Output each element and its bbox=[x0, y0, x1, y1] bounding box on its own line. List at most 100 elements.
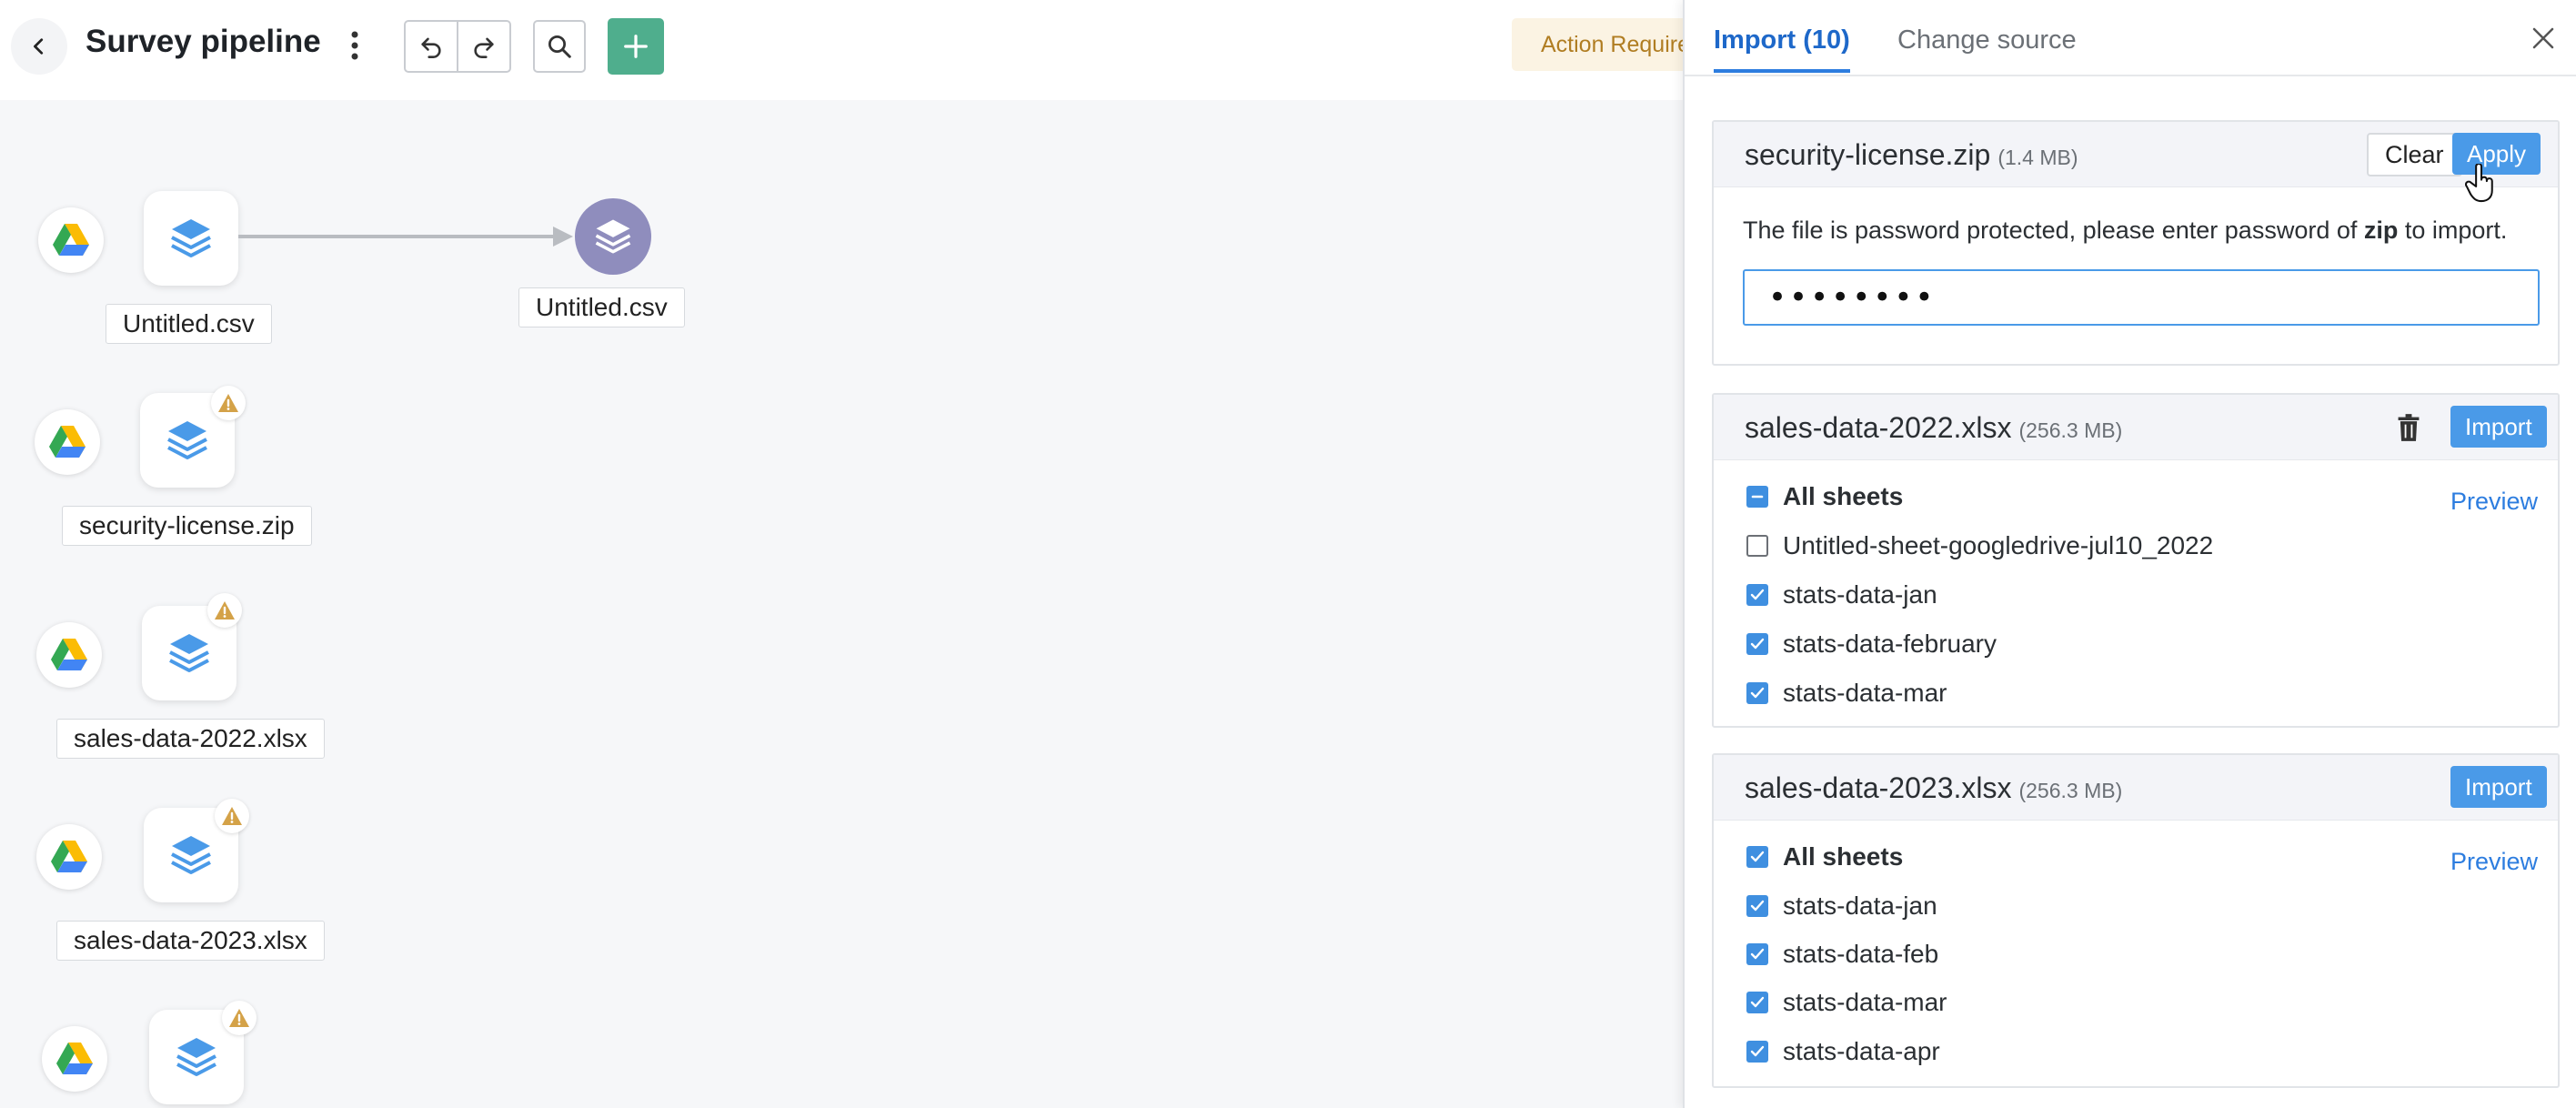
panel-tabs: Import (10) Change source bbox=[1685, 0, 2576, 76]
zip-card-header: security-license.zip (1.4 MB) Clear Apply bbox=[1714, 122, 2558, 187]
google-drive-icon bbox=[51, 841, 87, 872]
redo-button[interactable] bbox=[458, 22, 509, 71]
page-title: Survey pipeline bbox=[86, 24, 321, 59]
add-button[interactable] bbox=[608, 18, 664, 75]
trash-icon bbox=[2398, 414, 2420, 441]
import-button[interactable]: Import bbox=[2450, 766, 2547, 808]
back-button[interactable] bbox=[11, 18, 67, 75]
import-button[interactable]: Import bbox=[2450, 406, 2547, 448]
sheet-checkbox-row[interactable]: stats-data-mar bbox=[1746, 984, 1947, 1021]
all-sheets-checkbox[interactable]: All sheets bbox=[1746, 478, 1903, 515]
tab-change-source[interactable]: Change source bbox=[1897, 25, 2077, 55]
action-required-label: Action Required bbox=[1541, 31, 1694, 57]
password-message-bold: zip bbox=[2363, 217, 2399, 244]
layers-icon bbox=[169, 634, 209, 672]
node-label: sales-data-2022.xlsx bbox=[56, 719, 325, 759]
warning-icon bbox=[218, 394, 238, 412]
node-label: security-license.zip bbox=[62, 506, 312, 546]
warning-icon bbox=[222, 807, 242, 825]
more-options-button[interactable] bbox=[337, 25, 373, 65]
node-warning-badge[interactable] bbox=[207, 593, 242, 628]
node-warning-badge[interactable] bbox=[222, 1001, 257, 1035]
preview-link[interactable]: Preview bbox=[2450, 848, 2538, 876]
checkbox-checked bbox=[1746, 943, 1768, 965]
source-node-google-drive[interactable] bbox=[36, 824, 102, 890]
checkbox-checked bbox=[1746, 1041, 1768, 1063]
node-warning-badge[interactable] bbox=[215, 799, 249, 833]
tab-import[interactable]: Import (10) bbox=[1714, 25, 1850, 55]
output-node-label: Untitled.csv bbox=[518, 287, 685, 327]
sheet-checkbox-row[interactable]: stats-data-jan bbox=[1746, 577, 1937, 613]
file-card-header: sales-data-2023.xlsx (256.3 MB) Import bbox=[1714, 755, 2558, 821]
dataset-node[interactable] bbox=[144, 191, 238, 286]
all-sheets-checkbox[interactable]: All sheets bbox=[1746, 839, 1903, 875]
file-size: (256.3 MB) bbox=[2018, 418, 2123, 442]
google-drive-icon bbox=[56, 1043, 93, 1074]
clear-button[interactable]: Clear bbox=[2367, 133, 2462, 176]
node-label: sales-data-2023.xlsx bbox=[56, 921, 325, 961]
source-node-google-drive[interactable] bbox=[42, 1026, 107, 1092]
search-button[interactable] bbox=[533, 20, 586, 73]
sheet-name: stats-data-february bbox=[1783, 630, 1997, 658]
connector-line bbox=[238, 235, 568, 238]
pipeline-header: Survey pipeline Action Required bbox=[0, 0, 1694, 100]
layers-icon bbox=[171, 836, 211, 874]
import-panel: Import (10) Change source security-licen… bbox=[1683, 0, 2576, 1108]
sheet-checkbox-row[interactable]: Untitled-sheet-googledrive-jul10_2022 bbox=[1746, 528, 2213, 564]
undo-button[interactable] bbox=[406, 22, 458, 71]
source-node-google-drive[interactable] bbox=[36, 622, 102, 688]
file-size: (256.3 MB) bbox=[2018, 779, 2123, 802]
file-card-title: sales-data-2022.xlsx (256.3 MB) bbox=[1745, 411, 2122, 445]
node-warning-badge[interactable] bbox=[211, 386, 246, 420]
plus-icon bbox=[624, 35, 648, 58]
warning-icon bbox=[215, 601, 235, 619]
layers-icon bbox=[595, 219, 631, 254]
checkbox-checked bbox=[1746, 992, 1768, 1013]
apply-button[interactable]: Apply bbox=[2452, 133, 2541, 175]
delete-file-button[interactable] bbox=[2392, 409, 2425, 446]
sheet-name: stats-data-jan bbox=[1783, 891, 1937, 920]
all-sheets-label: All sheets bbox=[1783, 842, 1904, 871]
sheet-checkbox-row[interactable]: stats-data-apr bbox=[1746, 1033, 1940, 1070]
password-message: The file is password protected, please e… bbox=[1743, 217, 2507, 245]
checkbox-checked bbox=[1746, 584, 1768, 606]
warning-icon bbox=[229, 1009, 249, 1027]
checkbox-partial bbox=[1746, 486, 1768, 508]
undo-redo-group bbox=[404, 20, 511, 73]
active-tab-indicator bbox=[1714, 69, 1850, 73]
layers-icon bbox=[167, 421, 207, 459]
file-card-header: sales-data-2022.xlsx (256.3 MB) Import bbox=[1714, 395, 2558, 460]
undo-icon bbox=[421, 37, 441, 58]
pipeline-canvas[interactable]: Untitled.csv Untitled.csv security-licen… bbox=[0, 100, 1683, 1108]
connector-arrow bbox=[553, 227, 573, 247]
source-node-google-drive[interactable] bbox=[38, 207, 104, 273]
checkbox-checked bbox=[1746, 682, 1768, 704]
file-card-sales-data-2023: sales-data-2023.xlsx (256.3 MB) Import Pr… bbox=[1712, 753, 2560, 1088]
password-input[interactable] bbox=[1743, 269, 2540, 326]
checkbox-unchecked bbox=[1746, 535, 1768, 557]
chevron-left-icon bbox=[34, 38, 44, 55]
preview-link[interactable]: Preview bbox=[2450, 488, 2538, 516]
checkbox-checked bbox=[1746, 846, 1768, 868]
sheet-checkbox-row[interactable]: stats-data-mar bbox=[1746, 675, 1947, 711]
google-drive-icon bbox=[51, 639, 87, 670]
password-message-tail: to import. bbox=[2398, 217, 2508, 244]
sheet-checkbox-row[interactable]: stats-data-jan bbox=[1746, 888, 1937, 924]
sheet-name: Untitled-sheet-googledrive-jul10_2022 bbox=[1783, 531, 2214, 559]
file-card-sales-data-2022: sales-data-2022.xlsx (256.3 MB) Import Pr… bbox=[1712, 393, 2560, 728]
file-name: sales-data-2022.xlsx bbox=[1745, 411, 2012, 444]
sheet-checkbox-row[interactable]: stats-data-feb bbox=[1746, 936, 1938, 972]
sheet-name: stats-data-mar bbox=[1783, 679, 1947, 707]
zip-card-title: security-license.zip (1.4 MB) bbox=[1745, 138, 2078, 172]
sheet-name: stats-data-jan bbox=[1783, 580, 1937, 609]
node-label: Untitled.csv bbox=[106, 304, 272, 344]
source-node-google-drive[interactable] bbox=[35, 409, 100, 475]
action-required-badge[interactable]: Action Required bbox=[1512, 18, 1694, 71]
close-icon bbox=[2532, 27, 2554, 49]
close-panel-button[interactable] bbox=[2525, 20, 2561, 56]
password-message-text: The file is password protected, please e… bbox=[1743, 217, 2364, 244]
file-card-title: sales-data-2023.xlsx (256.3 MB) bbox=[1745, 771, 2122, 805]
layers-icon bbox=[171, 219, 211, 257]
output-node[interactable] bbox=[575, 198, 651, 275]
sheet-checkbox-row[interactable]: stats-data-february bbox=[1746, 626, 1997, 662]
